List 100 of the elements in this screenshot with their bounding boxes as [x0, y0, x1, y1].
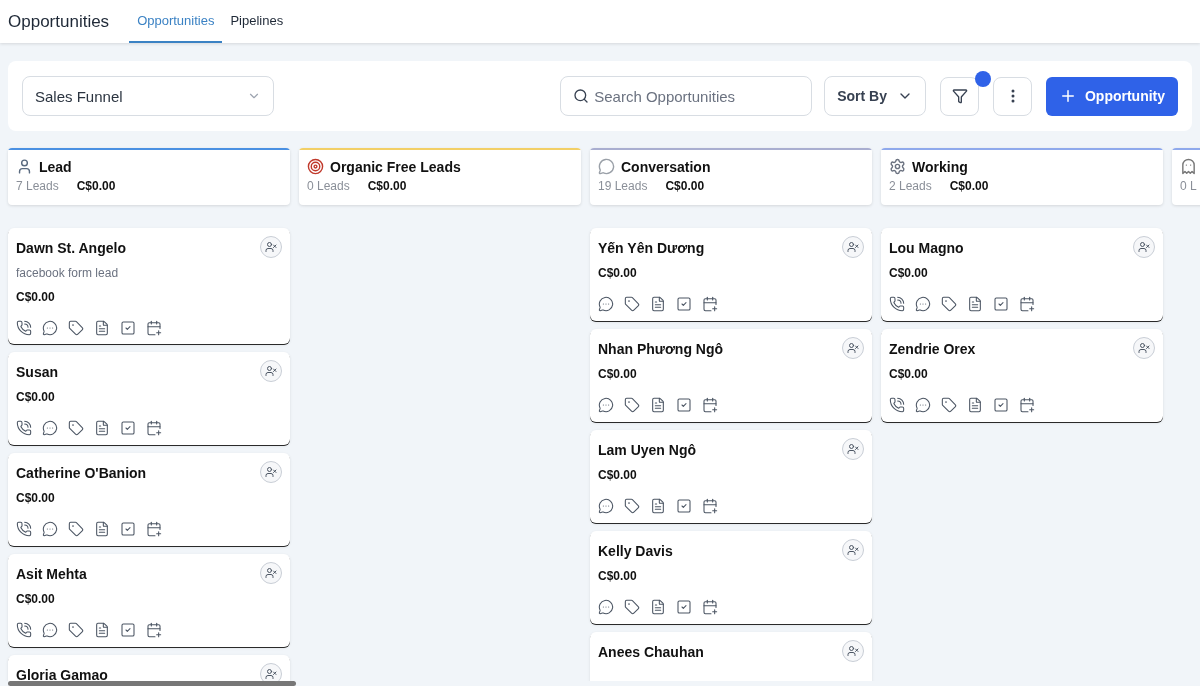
opportunity-card[interactable]: Susan C$0.00 [8, 352, 290, 445]
tag-icon[interactable] [68, 622, 84, 638]
calendar-plus-icon[interactable] [146, 320, 162, 336]
opportunity-value: C$0.00 [598, 569, 638, 583]
checkbox-icon[interactable] [993, 397, 1009, 413]
unassign-user-button[interactable] [1133, 337, 1155, 359]
chat-bubble-icon[interactable] [42, 420, 58, 436]
phone-icon[interactable] [889, 296, 905, 312]
checkbox-icon[interactable] [120, 420, 136, 436]
document-icon[interactable] [650, 397, 666, 413]
phone-icon[interactable] [16, 521, 32, 537]
person-icon [16, 158, 33, 175]
checkbox-icon[interactable] [676, 296, 692, 312]
phone-icon[interactable] [16, 622, 32, 638]
sort-button[interactable]: Sort By [824, 76, 926, 116]
phone-icon[interactable] [16, 420, 32, 436]
user-x-icon [847, 241, 859, 253]
calendar-plus-icon[interactable] [146, 521, 162, 537]
tag-icon[interactable] [624, 296, 640, 312]
chat-bubble-icon[interactable] [915, 296, 931, 312]
chat-bubble-icon[interactable] [42, 622, 58, 638]
chat-bubble-icon[interactable] [598, 296, 614, 312]
document-icon[interactable] [650, 296, 666, 312]
checkbox-icon[interactable] [120, 622, 136, 638]
calendar-plus-icon[interactable] [146, 622, 162, 638]
contact-name: Dawn St. Angelo [16, 239, 126, 256]
opportunity-card[interactable]: Nhan Phương Ngô C$0.00 [590, 329, 872, 422]
document-icon[interactable] [967, 397, 983, 413]
calendar-plus-icon[interactable] [146, 420, 162, 436]
add-opportunity-button[interactable]: Opportunity [1046, 76, 1178, 116]
checkbox-icon[interactable] [993, 296, 1009, 312]
opportunity-card[interactable]: Lou Magno C$0.00 [881, 228, 1163, 321]
chat-bubble-icon[interactable] [598, 397, 614, 413]
opportunity-card[interactable]: Dawn St. Angelo facebook form lead C$0.00 [8, 228, 290, 344]
opportunity-card[interactable]: Yến Yên Dương C$0.00 [590, 228, 872, 321]
tag-icon[interactable] [68, 420, 84, 436]
calendar-plus-icon[interactable] [702, 397, 718, 413]
unassign-user-button[interactable] [260, 663, 282, 681]
phone-icon[interactable] [16, 320, 32, 336]
opportunity-card[interactable]: Lam Uyen Ngô C$0.00 [590, 430, 872, 523]
tag-icon[interactable] [68, 320, 84, 336]
checkbox-icon[interactable] [120, 320, 136, 336]
unassign-user-button[interactable] [260, 461, 282, 483]
lead-count: 0 L [1180, 179, 1197, 193]
tag-icon[interactable] [624, 498, 640, 514]
column-title: Working [912, 158, 968, 175]
opportunity-card[interactable]: Gloria Gamao [8, 655, 290, 681]
filter-button[interactable] [940, 76, 979, 116]
search-field[interactable]: Search Opportunities [560, 76, 813, 116]
unassign-user-button[interactable] [842, 236, 864, 258]
calendar-plus-icon[interactable] [702, 498, 718, 514]
unassign-user-button[interactable] [260, 236, 282, 258]
column-title: Lead [39, 158, 72, 175]
unassign-user-button[interactable] [842, 539, 864, 561]
opportunity-value: C$0.00 [16, 491, 56, 505]
lead-count: 7 Leads [16, 179, 59, 193]
chat-bubble-icon[interactable] [42, 521, 58, 537]
scrollbar[interactable] [8, 681, 296, 686]
opportunity-card[interactable]: Kelly Davis C$0.00 [590, 531, 872, 624]
tab[interactable]: Opportunities [129, 0, 223, 43]
opportunity-card[interactable]: Asit Mehta C$0.00 [8, 554, 290, 647]
unassign-user-button[interactable] [260, 360, 282, 382]
document-icon[interactable] [650, 599, 666, 615]
checkbox-icon[interactable] [676, 498, 692, 514]
unassign-user-button[interactable] [842, 438, 864, 460]
contact-name: Susan [16, 363, 58, 380]
unassign-user-button[interactable] [842, 640, 864, 662]
checkbox-icon[interactable] [676, 599, 692, 615]
checkbox-icon[interactable] [120, 521, 136, 537]
chat-bubble-icon[interactable] [598, 599, 614, 615]
document-icon[interactable] [94, 420, 110, 436]
tag-icon[interactable] [68, 521, 84, 537]
contact-name: Zendrie Orex [889, 340, 976, 357]
phone-icon[interactable] [889, 397, 905, 413]
opportunity-card[interactable]: Catherine O'Banion C$0.00 [8, 453, 290, 546]
document-icon[interactable] [94, 622, 110, 638]
document-icon[interactable] [650, 498, 666, 514]
document-icon[interactable] [94, 320, 110, 336]
opportunity-card[interactable]: Anees Chauhan [590, 632, 872, 681]
column-total: C$0.00 [665, 179, 705, 193]
pipeline-select[interactable]: Sales Funnel [22, 76, 274, 116]
chat-bubble-icon[interactable] [42, 320, 58, 336]
tag-icon[interactable] [941, 296, 957, 312]
calendar-plus-icon[interactable] [1019, 296, 1035, 312]
document-icon[interactable] [967, 296, 983, 312]
unassign-user-button[interactable] [842, 337, 864, 359]
unassign-user-button[interactable] [260, 562, 282, 584]
calendar-plus-icon[interactable] [702, 599, 718, 615]
tag-icon[interactable] [624, 397, 640, 413]
document-icon[interactable] [94, 521, 110, 537]
chat-bubble-icon[interactable] [598, 498, 614, 514]
tab[interactable]: Pipelines [222, 0, 292, 43]
chat-bubble-icon[interactable] [915, 397, 931, 413]
unassign-user-button[interactable] [1133, 236, 1155, 258]
calendar-plus-icon[interactable] [702, 296, 718, 312]
tag-icon[interactable] [624, 599, 640, 615]
opportunity-card[interactable]: Zendrie Orex C$0.00 [881, 329, 1163, 422]
calendar-plus-icon[interactable] [1019, 397, 1035, 413]
checkbox-icon[interactable] [676, 397, 692, 413]
tag-icon[interactable] [941, 397, 957, 413]
